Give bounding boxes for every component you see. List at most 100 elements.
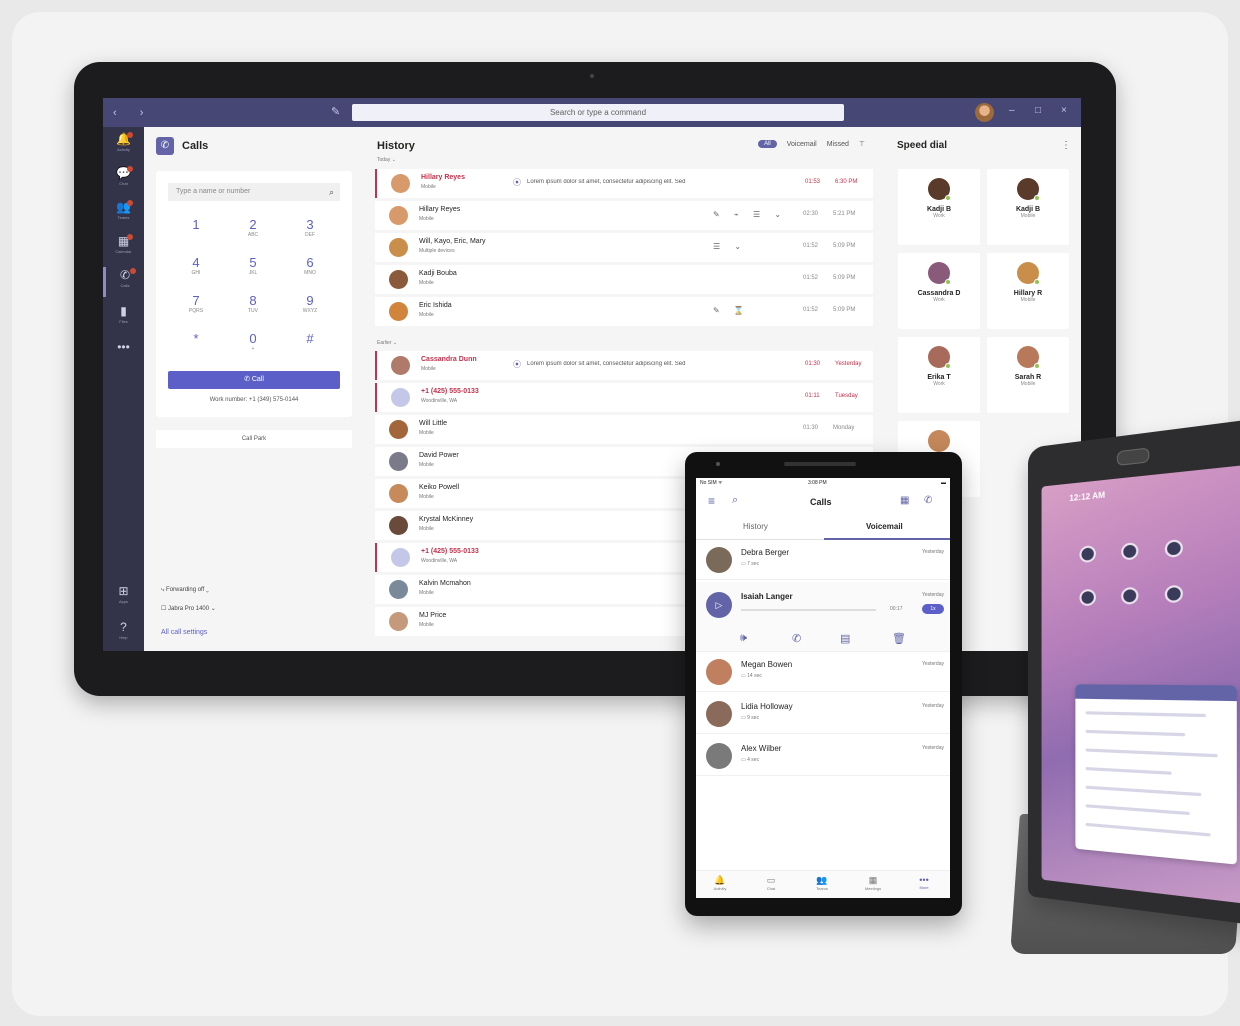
rail-item-apps[interactable]: ⊞ Apps xyxy=(103,583,144,613)
dialpad-icon[interactable]: ▦ xyxy=(900,495,909,506)
history-row[interactable]: Cassandra Dunn Mobile Lorem ipsum dolor si… xyxy=(375,351,873,380)
speed-dial-kind: Mobile xyxy=(987,213,1069,219)
dial-key[interactable]: 4 GHI xyxy=(176,255,216,277)
rail-item-calendar[interactable]: ▦ Calendar xyxy=(103,233,144,263)
history-row[interactable]: Will, Kayo, Eric, Mary Multiple devices ☰ … xyxy=(375,233,873,262)
tab-history[interactable]: History xyxy=(743,522,768,531)
dial-key[interactable]: # xyxy=(290,331,330,346)
tab-voicemail[interactable]: Voicemail xyxy=(866,522,903,531)
filter-icon[interactable]: ⊤ xyxy=(859,140,865,148)
dial-key[interactable]: 1 xyxy=(176,217,216,232)
back-forward-buttons[interactable]: ‹ › xyxy=(113,107,153,119)
more-options-icon[interactable]: ⋮ xyxy=(1061,140,1071,151)
voicemail-item-expanded[interactable]: ▷ Isaiah Langer Yesterday 00:17 1x 🕪 ✆ ▤… xyxy=(696,582,950,652)
speed-dial-kind: Mobile xyxy=(987,297,1069,303)
voicemail-preview[interactable]: Lorem ipsum dolor sit amet, consectetur … xyxy=(527,361,772,367)
speed-dial-tile[interactable]: Kadji B Mobile xyxy=(987,169,1069,245)
dial-key[interactable]: 6 MNO xyxy=(290,255,330,277)
voicemail-item[interactable]: Alex Wilber ▭ 4 sec Yesterday xyxy=(696,736,950,776)
hamburger-icon[interactable]: ≡ xyxy=(708,494,715,508)
transcript-icon[interactable]: ▤ xyxy=(840,632,850,645)
dial-key[interactable]: 0 + xyxy=(233,331,273,353)
call-duration: 02:30 xyxy=(803,211,818,217)
speed-dial-tile[interactable]: Hillary R Mobile xyxy=(987,253,1069,329)
dial-key[interactable]: * xyxy=(176,331,216,346)
voicemail-duration: ▭ 14 sec xyxy=(741,673,762,679)
rail-item-chat[interactable]: 💬 Chat xyxy=(103,165,144,195)
row-actions[interactable]: ✎ ⌛ xyxy=(713,306,750,315)
rail-item-more[interactable]: ••• xyxy=(103,339,144,369)
dial-key[interactable]: 8 TUV xyxy=(233,293,273,315)
filter-voicemail[interactable]: Voicemail xyxy=(787,141,817,148)
rail-item-activity[interactable]: 🔔 Activity xyxy=(103,131,144,161)
history-row[interactable]: Kadji Bouba Mobile 01:52 5:09 PM xyxy=(375,265,873,294)
filter-missed[interactable]: Missed xyxy=(827,141,849,148)
device-setting[interactable]: ☐ Jabra Pro 1400 ⌄ xyxy=(161,605,216,612)
dial-key[interactable]: 3 DEF xyxy=(290,217,330,239)
history-sub: Woodinville, WA xyxy=(421,558,457,564)
rail-item-label: Calls xyxy=(106,283,144,289)
call-time: Monday xyxy=(833,425,854,431)
voicemail-item[interactable]: Megan Bowen ▭ 14 sec Yesterday xyxy=(696,652,950,692)
history-row[interactable]: Hillary Reyes Mobile ✎ ⌁ ☰ ⌄ 02:30 5:21 PM xyxy=(375,201,873,230)
speed-dial-tile[interactable]: Cassandra D Work xyxy=(898,253,980,329)
row-actions[interactable]: ☰ ⌄ xyxy=(713,242,747,251)
delete-icon[interactable]: 🗑 xyxy=(892,632,906,645)
rail-item-teams[interactable]: 👥 Teams xyxy=(103,199,144,229)
speed-dial-tile[interactable]: Sarah R Mobile xyxy=(987,337,1069,413)
all-call-settings-link[interactable]: All call settings xyxy=(161,629,207,636)
play-icon[interactable]: ⦿ xyxy=(513,359,521,370)
play-icon[interactable]: ⦿ xyxy=(513,177,521,188)
mobile-nav-icon: ••• xyxy=(904,875,944,885)
forwarding-setting[interactable]: ⤷ Forwarding off ⌄ xyxy=(161,587,209,594)
rail-item-help[interactable]: ? Help xyxy=(103,619,144,649)
voicemail-preview[interactable]: Lorem ipsum dolor sit amet, consectetur … xyxy=(527,179,772,185)
call-time: Yesterday xyxy=(835,361,861,367)
dial-key-letters: MNO xyxy=(290,270,330,277)
dial-key[interactable]: 2 ABC xyxy=(233,217,273,239)
playback-slider[interactable] xyxy=(741,609,876,611)
call-back-icon[interactable]: ✆ xyxy=(792,632,801,645)
dial-key[interactable]: 9 WXYZ xyxy=(290,293,330,315)
mobile-nav-more[interactable]: ••• More xyxy=(904,875,944,890)
dial-key[interactable]: 5 JKL xyxy=(233,255,273,277)
mobile-tabs: History Voicemail xyxy=(696,518,950,540)
minimize-button[interactable]: – xyxy=(1009,105,1015,116)
close-button[interactable]: × xyxy=(1061,105,1067,116)
row-actions[interactable]: ✎ ⌁ ☰ ⌄ xyxy=(713,210,787,219)
call-button[interactable]: ✆ Call xyxy=(168,371,340,389)
search-input[interactable]: Search or type a command xyxy=(352,104,844,121)
dial-key-digit: 9 xyxy=(290,293,330,308)
voicemail-item[interactable]: Debra Berger ▭ 7 sec Yesterday xyxy=(696,540,950,580)
mobile-nav-chat[interactable]: ▭ Chat xyxy=(751,875,791,891)
history-row[interactable]: Hillary Reyes Mobile Lorem ipsum dolor sit… xyxy=(375,169,873,198)
speaker-icon[interactable]: 🕪 xyxy=(740,632,747,645)
search-icon[interactable]: ⌕ xyxy=(732,494,738,507)
filter-all[interactable]: All xyxy=(758,140,777,148)
compose-icon[interactable]: ✎ xyxy=(331,105,340,118)
speed-dial-tile[interactable]: Kadji B Work xyxy=(898,169,980,245)
dialer-panel: ✆ Calls Type a name or number ⌕ 1 2 ABC 3 DE… xyxy=(144,127,359,651)
profile-avatar[interactable] xyxy=(975,103,994,122)
dial-input[interactable]: Type a name or number ⌕ xyxy=(168,183,340,201)
rail-item-files[interactable]: ▮ Files xyxy=(103,303,144,333)
voicemail-item[interactable]: Lidia Holloway ▭ 9 sec Yesterday xyxy=(696,694,950,734)
mobile-nav-meetings[interactable]: ▦ Meetings xyxy=(853,875,893,891)
history-name: Eric Ishida xyxy=(419,302,452,309)
history-row[interactable]: +1 (425) 555-0133 Woodinville, WA 01:11 Tue… xyxy=(375,383,873,412)
mobile-nav-teams[interactable]: 👥 Teams xyxy=(802,875,842,891)
rail-item-calls[interactable]: ✆ Calls xyxy=(103,267,144,297)
playback-speed-button[interactable]: 1x xyxy=(922,604,944,614)
history-row[interactable]: Will Little Mobile 01:30 Monday xyxy=(375,415,873,444)
speed-dial-tile[interactable]: Erika T Work xyxy=(898,337,980,413)
maximize-button[interactable]: □ xyxy=(1035,105,1041,116)
history-row[interactable]: Eric Ishida Mobile ✎ ⌛ 01:52 5:09 PM xyxy=(375,297,873,326)
dial-key[interactable]: 7 PQRS xyxy=(176,293,216,315)
mobile-title: Calls xyxy=(810,497,832,507)
call-park-button[interactable]: Call Park xyxy=(156,430,352,448)
phone-icon[interactable]: ✆ xyxy=(924,495,932,506)
mobile-nav-activity[interactable]: 🔔 Activity xyxy=(700,875,740,891)
play-button[interactable]: ▷ xyxy=(706,592,732,618)
phone-icon: ✆ xyxy=(156,137,174,155)
avatar xyxy=(706,743,732,769)
